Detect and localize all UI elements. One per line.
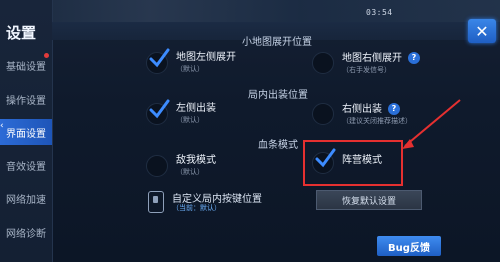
current-value: 默认 (200, 204, 214, 212)
phone-layout-icon (148, 191, 164, 213)
custom-layout-current: （当前：默认） (172, 203, 221, 213)
current-suffix: ） (214, 204, 221, 212)
current-prefix: （当前： (172, 204, 200, 212)
bug-report-button[interactable]: Bug反馈 (377, 236, 441, 256)
restore-defaults-button[interactable]: 恢复默认设置 (316, 190, 422, 210)
annotation-arrow-icon (402, 99, 461, 149)
